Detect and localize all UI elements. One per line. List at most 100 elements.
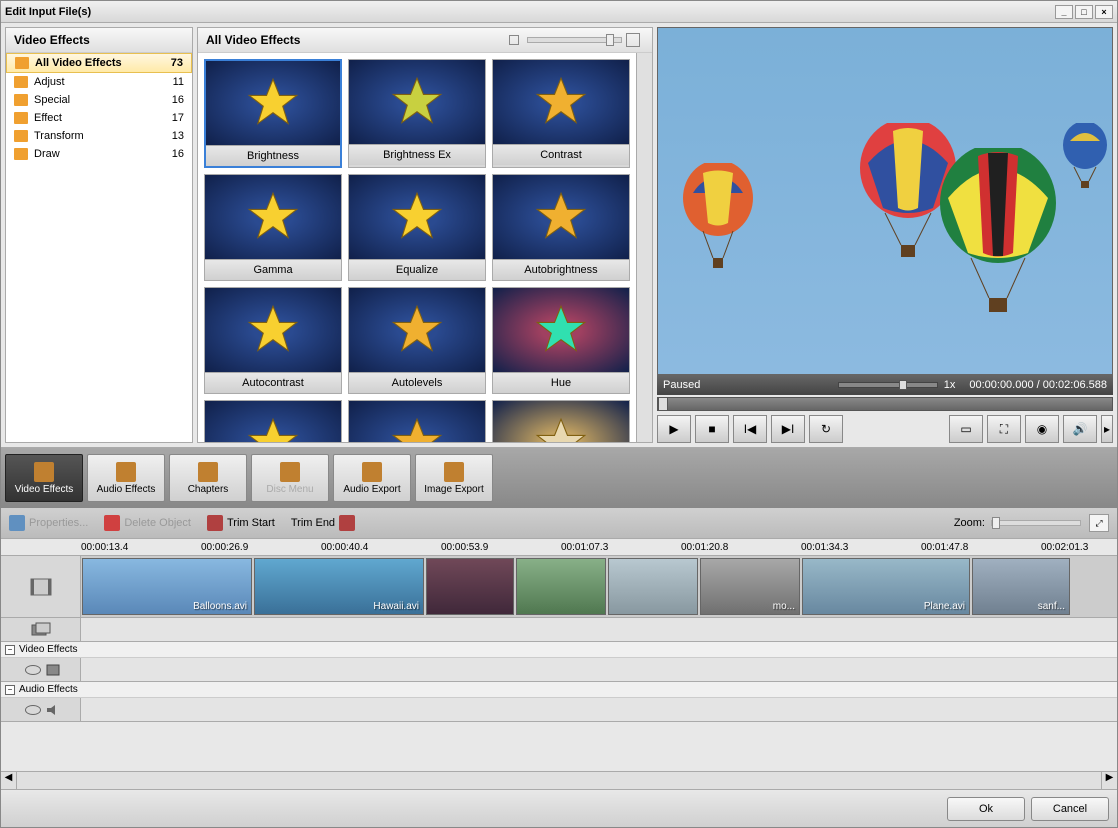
- mode-button[interactable]: Chapters: [169, 454, 247, 502]
- minimize-button[interactable]: _: [1055, 5, 1073, 19]
- effect-item[interactable]: Gamma: [204, 174, 342, 281]
- sidebar-item-label: Effect: [34, 112, 172, 124]
- timeline-clip[interactable]: [426, 558, 514, 615]
- timeline-ruler[interactable]: 00:00:13.400:00:26.900:00:40.400:00:53.9…: [1, 538, 1117, 556]
- zoom-slider[interactable]: [991, 520, 1081, 526]
- film-icon: [29, 577, 53, 597]
- thumb-size-small-icon[interactable]: [509, 35, 519, 45]
- timeline-clip[interactable]: sanf...: [972, 558, 1070, 615]
- window-title: Edit Input File(s): [5, 6, 91, 18]
- properties-button[interactable]: Properties...: [9, 515, 88, 531]
- cancel-button[interactable]: Cancel: [1031, 797, 1109, 821]
- timeline-area: Properties... Delete Object Trim Start T…: [1, 508, 1117, 789]
- loop-button[interactable]: ↻: [809, 415, 843, 443]
- effect-item[interactable]: [348, 400, 486, 442]
- volume-button[interactable]: 🔊: [1063, 415, 1097, 443]
- maximize-button[interactable]: □: [1075, 5, 1093, 19]
- ruler-mark: 00:00:40.4: [321, 542, 441, 553]
- sidebar-item[interactable]: Transform13: [6, 127, 192, 145]
- seek-bar[interactable]: [657, 397, 1113, 411]
- effect-item[interactable]: Autobrightness: [492, 174, 630, 281]
- sidebar-item[interactable]: Effect17: [6, 109, 192, 127]
- delete-object-button[interactable]: Delete Object: [104, 515, 191, 531]
- sidebar-item[interactable]: Draw16: [6, 145, 192, 163]
- mode-button[interactable]: Audio Effects: [87, 454, 165, 502]
- audio-effects-track[interactable]: [1, 698, 1117, 722]
- timeline-clip[interactable]: mo...: [700, 558, 800, 615]
- effect-thumb: [205, 288, 341, 372]
- time-duration: 00:02:06.588: [1043, 379, 1107, 391]
- sidebar-item[interactable]: All Video Effects73: [6, 53, 192, 73]
- sidebar-item[interactable]: Adjust11: [6, 73, 192, 91]
- collapse-icon[interactable]: −: [5, 645, 15, 655]
- next-frame-button[interactable]: ▶I: [771, 415, 805, 443]
- thumb-size-slider[interactable]: [527, 37, 622, 43]
- stop-button[interactable]: ■: [695, 415, 729, 443]
- timeline-clip[interactable]: Balloons.avi: [82, 558, 252, 615]
- audio-effects-track-label[interactable]: − Audio Effects: [1, 682, 1117, 698]
- volume-expand-button[interactable]: ▸: [1101, 415, 1113, 443]
- time-position: 00:00:00.000: [969, 379, 1033, 391]
- ok-button[interactable]: Ok: [947, 797, 1025, 821]
- thumb-size-large-icon[interactable]: [626, 33, 640, 47]
- clip-label: Plane.avi: [924, 601, 965, 612]
- video-effects-track-head: [1, 658, 81, 681]
- mode-toolbar: Video EffectsAudio EffectsChaptersDisc M…: [1, 448, 1117, 508]
- video-effects-track-label[interactable]: − Video Effects: [1, 642, 1117, 658]
- trim-start-button[interactable]: Trim Start: [207, 515, 275, 531]
- effect-item[interactable]: Autocontrast: [204, 287, 342, 394]
- effect-item[interactable]: Brightness Ex: [348, 59, 486, 168]
- zoom-fit-button[interactable]: ⤢: [1089, 514, 1109, 532]
- effect-item[interactable]: Autolevels: [348, 287, 486, 394]
- mode-button[interactable]: Audio Export: [333, 454, 411, 502]
- effects-title: All Video Effects: [206, 33, 300, 47]
- close-button[interactable]: ×: [1095, 5, 1113, 19]
- playback-status: Paused: [663, 379, 700, 391]
- mode-button[interactable]: Image Export: [415, 454, 493, 502]
- collapse-icon[interactable]: −: [5, 685, 15, 695]
- fullscreen-button[interactable]: ⛶: [987, 415, 1021, 443]
- time-sep: /: [1034, 379, 1043, 391]
- snapshot-button[interactable]: ◉: [1025, 415, 1059, 443]
- timeline-clip[interactable]: Hawaii.avi: [254, 558, 424, 615]
- timeline-clip[interactable]: [516, 558, 606, 615]
- preview-size-button[interactable]: ▭: [949, 415, 983, 443]
- ruler-mark: 00:00:13.4: [81, 542, 201, 553]
- effect-item[interactable]: Equalize: [348, 174, 486, 281]
- ruler-mark: 00:01:20.8: [681, 542, 801, 553]
- effect-item[interactable]: Contrast: [492, 59, 630, 168]
- effect-thumb: [205, 401, 341, 442]
- speed-slider[interactable]: [838, 382, 938, 388]
- effect-label: Autobrightness: [493, 259, 629, 280]
- clip-label: sanf...: [1038, 601, 1065, 612]
- timeline-clip[interactable]: [608, 558, 698, 615]
- effect-item[interactable]: Brightness: [204, 59, 342, 168]
- sidebar-item[interactable]: Special16: [6, 91, 192, 109]
- folder-icon: [14, 112, 28, 124]
- timeline-hscroll[interactable]: ◀ ▶: [1, 771, 1117, 789]
- mode-button[interactable]: Video Effects: [5, 454, 83, 502]
- video-clips[interactable]: Balloons.avi Hawaii.avi mo... Plane.avi sanf…: [81, 556, 1117, 617]
- effect-item[interactable]: Hue: [492, 287, 630, 394]
- clip-label: Hawaii.avi: [373, 601, 419, 612]
- effects-scrollbar[interactable]: [636, 53, 652, 442]
- eye-icon[interactable]: [25, 705, 41, 715]
- effects-grid: BrightnessBrightness ExContrast GammaEqua…: [198, 53, 636, 442]
- effect-item[interactable]: [204, 400, 342, 442]
- overlay-icon: [31, 622, 51, 638]
- video-effects-track[interactable]: [1, 658, 1117, 682]
- effect-item[interactable]: [492, 400, 630, 442]
- window: Edit Input File(s) _ □ × Video Effects A…: [0, 0, 1118, 828]
- trim-end-button[interactable]: Trim End: [291, 515, 355, 531]
- effect-thumb: [349, 175, 485, 259]
- effect-label: Hue: [493, 372, 629, 393]
- sidebar-item-count: 13: [172, 130, 184, 142]
- play-button[interactable]: ▶: [657, 415, 691, 443]
- transport-controls: ▶ ■ I◀ ▶I ↻ ▭ ⛶ ◉ 🔊 ▸: [657, 415, 1113, 443]
- ruler-mark: 00:01:47.8: [921, 542, 1041, 553]
- clip-label: Balloons.avi: [193, 601, 247, 612]
- timeline-clip[interactable]: Plane.avi: [802, 558, 970, 615]
- prev-frame-button[interactable]: I◀: [733, 415, 767, 443]
- eye-icon[interactable]: [25, 665, 41, 675]
- ruler-mark: 00:01:34.3: [801, 542, 921, 553]
